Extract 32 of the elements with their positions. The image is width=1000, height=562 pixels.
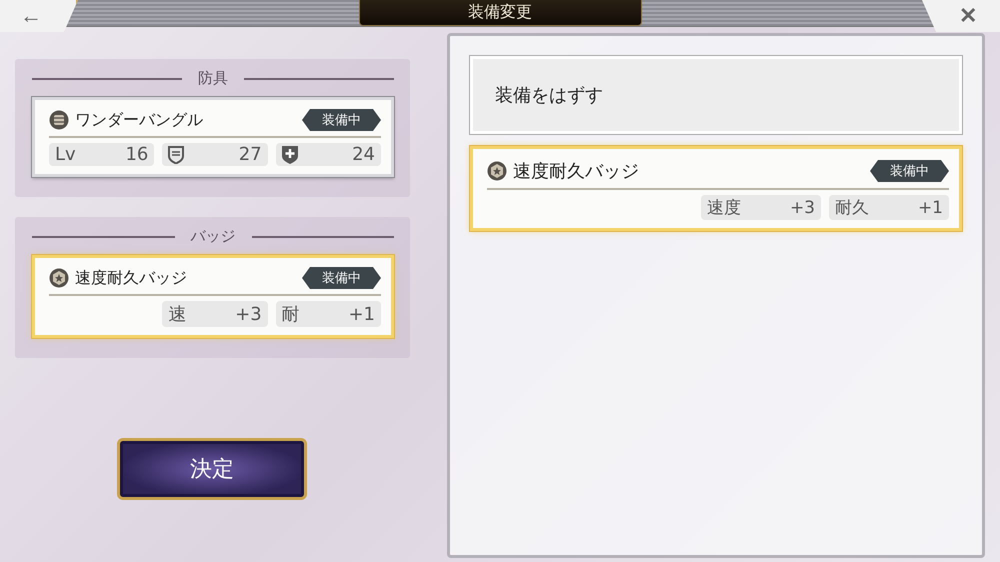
section-heading: バッジ	[190, 227, 236, 246]
shield-icon	[168, 146, 184, 164]
stat-value: 16	[125, 144, 148, 165]
star-medal-icon	[487, 161, 507, 181]
stat-value: 24	[352, 144, 375, 165]
section-heading: 防具	[198, 69, 228, 88]
stat-value: +3	[790, 198, 815, 218]
item-card[interactable]: ワンダーバングル 装備中 Lv 16 27 24	[32, 97, 394, 177]
back-button[interactable]: ←	[0, 0, 78, 32]
stat-label: 速	[168, 303, 186, 326]
item-name: 速度耐久バッジ	[513, 160, 640, 183]
stat-label: 耐	[282, 303, 300, 326]
item-name: 速度耐久バッジ	[75, 268, 188, 288]
star-medal-icon	[49, 268, 69, 288]
stat-value: 27	[238, 144, 262, 165]
close-button[interactable]: ✕	[922, 0, 1000, 32]
screen-title: 装備変更	[358, 0, 642, 26]
item-card[interactable]: 速度耐久バッジ 装備中 速度 +3 耐久 +1	[470, 146, 962, 231]
item-name: ワンダーバングル	[75, 110, 204, 130]
equipped-tag: 装備中	[302, 109, 381, 131]
stat-value: +1	[918, 198, 943, 218]
stat-label: 耐久	[835, 197, 869, 219]
item-card[interactable]: 速度耐久バッジ 装備中 速 +3 耐 +1	[32, 255, 394, 338]
stat-label: 速度	[707, 197, 741, 219]
confirm-button[interactable]: 決定	[117, 438, 307, 500]
stat-value: +3	[235, 304, 262, 324]
stat-label: Lv	[55, 144, 76, 165]
stat-value: +1	[348, 304, 375, 324]
cross-shield-icon	[282, 146, 298, 164]
unequip-button[interactable]: 装備をはずす	[470, 56, 962, 134]
equipped-tag: 装備中	[870, 160, 949, 182]
equipped-tag: 装備中	[302, 267, 381, 289]
